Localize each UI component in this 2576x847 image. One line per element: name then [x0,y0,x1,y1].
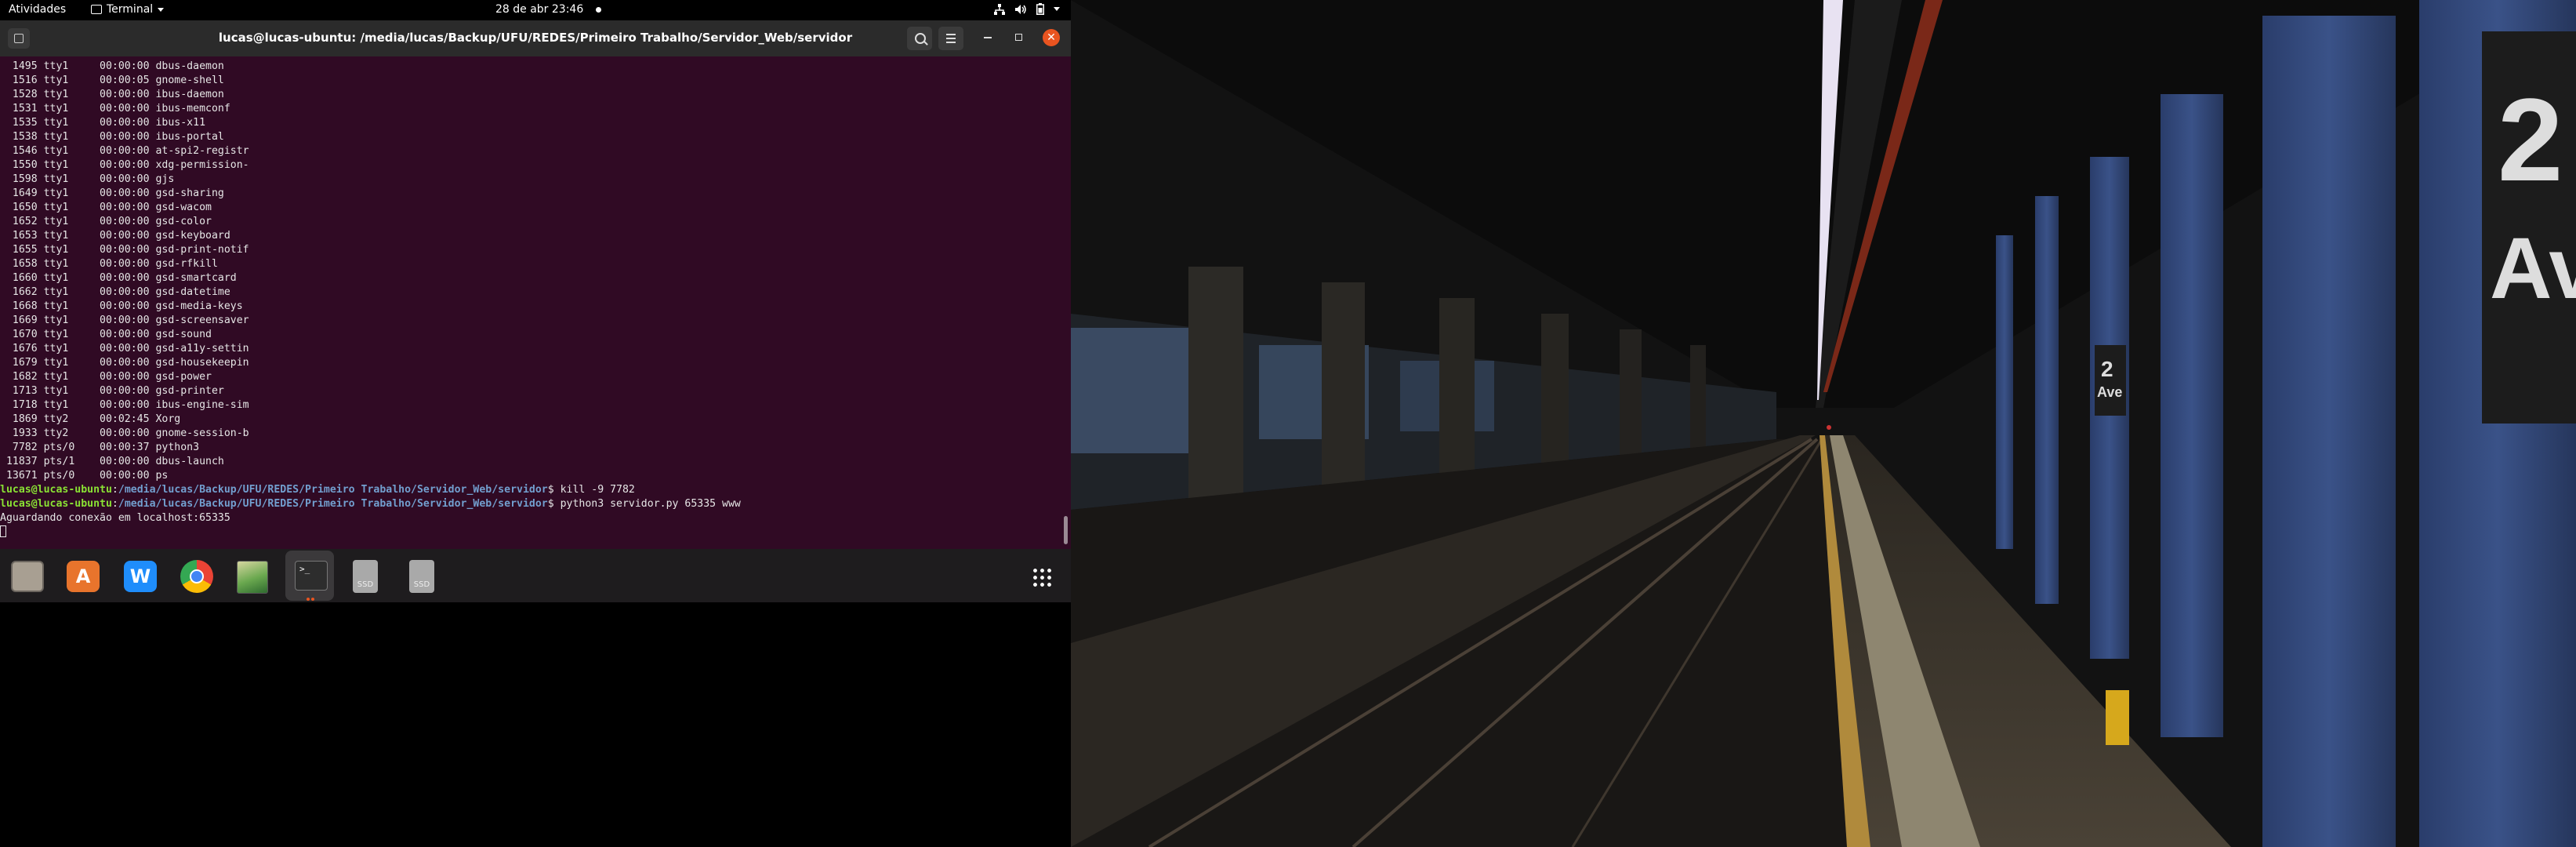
process-line: 1649 tty1 00:00:00 gsd-sharing [0,187,224,199]
search-icon [915,33,926,44]
minimize-button[interactable] [984,37,992,38]
activities-button[interactable]: Atividades [9,3,66,16]
process-line: 1652 tty1 00:00:00 gsd-color [0,216,212,227]
empty-area [0,602,1071,847]
terminal-icon: >_ [295,561,328,591]
terminal-lines: 1495 tty1 00:00:00 dbus-daemon 1516 tty1… [0,60,741,540]
process-line: 1713 tty1 00:00:00 gsd-printer [0,385,224,397]
prompt-separator: : [111,484,118,496]
process-line: 1650 tty1 00:00:00 gsd-wacom [0,202,212,213]
terminal-output[interactable]: 1495 tty1 00:00:00 dbus-daemon 1516 tty1… [0,56,1071,549]
window-title-bar[interactable]: lucas@lucas-ubuntu: /media/lucas/Backup/… [0,20,1071,56]
software-store-icon: A [67,561,100,592]
top-bar: Atividades Terminal 28 de abr 23:46 [0,0,1071,20]
process-line: 1495 tty1 00:00:00 dbus-daemon [0,60,224,72]
search-button[interactable] [907,27,932,50]
clock-label: 28 de abr 23:46 [495,3,584,16]
process-line: 1531 tty1 00:00:00 ibus-memconf [0,103,230,115]
hamburger-icon [946,34,956,35]
network-icon [994,3,1005,15]
right-monitor-wallpaper: 2 Ave 2 Ave [1071,0,2576,847]
drive-icon: SSD [409,560,434,593]
dock-terminal[interactable]: >_ [290,556,329,595]
battery-icon [1036,3,1044,15]
process-line: 1662 tty1 00:00:00 gsd-datetime [0,286,230,298]
app-menu-label: Terminal [107,3,154,16]
process-line: 1538 tty1 00:00:00 ibus-portal [0,131,224,143]
process-line: 1668 tty1 00:00:00 gsd-media-keys [0,300,243,312]
prompt-user: lucas@lucas-ubuntu [0,484,112,496]
prompt-user: lucas@lucas-ubuntu [0,498,112,510]
maximize-button[interactable] [1015,34,1022,41]
prompt-line: lucas@lucas-ubuntu:/media/lucas/Backup/U… [0,483,741,497]
dock-ssd-1[interactable]: SSD [345,556,384,595]
terminal-icon [91,5,102,14]
process-line: 1676 tty1 00:00:00 gsd-a11y-settin [0,343,249,354]
dock-wps[interactable]: W [119,556,158,595]
menu-button[interactable] [938,27,963,50]
chevron-down-icon [1054,7,1060,11]
chevron-down-icon [158,7,165,12]
process-line: 1718 tty1 00:00:00 ibus-engine-sim [0,399,249,411]
small-sign-number: 2 [2101,357,2113,381]
prompt-path: /media/lucas/Backup/UFU/REDES/Primeiro T… [118,498,548,510]
left-monitor: Atividades Terminal 28 de abr 23:46 luca… [0,0,1071,602]
chrome-icon [180,560,213,593]
system-tray[interactable] [994,3,1060,15]
process-line: 1670 tty1 00:00:00 gsd-sound [0,329,212,340]
wps-office-icon: W [124,561,157,592]
process-line: 1660 tty1 00:00:00 gsd-smartcard [0,272,237,284]
process-line: 7782 pts/0 00:00:37 python3 [0,442,200,453]
process-line: 1535 tty1 00:00:00 ibus-x11 [0,117,206,129]
small-sign-text: Ave [2097,384,2122,400]
dock-image-viewer[interactable] [230,556,270,595]
running-indicator [307,598,314,601]
process-line: 1682 tty1 00:00:00 gsd-power [0,371,212,383]
dock-files[interactable] [6,556,45,595]
close-button[interactable]: ✕ [1043,29,1060,46]
process-line: 1653 tty1 00:00:00 gsd-keyboard [0,230,230,242]
files-icon [11,561,44,592]
process-line: 1658 tty1 00:00:00 gsd-rfkill [0,258,218,270]
station-sign-text: Ave [2490,220,2576,317]
volume-icon [1015,4,1026,14]
process-line: 1546 tty1 00:00:00 at-spi2-registr [0,145,249,157]
image-viewer-icon [237,561,268,594]
prompt-separator: : [111,498,118,510]
command-text: $ python3 servidor.py 65335 www [547,498,741,510]
dock-ssd-2[interactable]: SSD [401,556,441,595]
text-cursor [0,525,6,537]
dock-software[interactable]: A [62,556,101,595]
show-applications-button[interactable] [1021,556,1060,595]
app-menu[interactable]: Terminal [91,3,165,16]
process-line: 1933 tty2 00:00:00 gnome-session-b [0,427,249,439]
process-line: 1655 tty1 00:00:00 gsd-print-notif [0,244,249,256]
process-line: 1550 tty1 00:00:00 xdg-permission- [0,159,249,171]
station-sign-number: 2 [2498,74,2563,205]
notification-dot [596,6,602,13]
scrollbar-thumb[interactable] [1064,516,1068,544]
program-output: Aguardando conexão em localhost:65335 [0,512,230,524]
prompt-path: /media/lucas/Backup/UFU/REDES/Primeiro T… [118,484,548,496]
subway-wallpaper: 2 Ave 2 Ave [1071,0,2576,847]
prompt-line: lucas@lucas-ubuntu:/media/lucas/Backup/U… [0,497,741,511]
process-line: 1528 tty1 00:00:00 ibus-daemon [0,89,224,100]
dock: A W >_ SSD SSD [0,549,1071,602]
drive-icon: SSD [353,560,378,593]
process-line: 13671 pts/0 00:00:00 ps [0,470,169,482]
cursor-line[interactable] [0,525,741,540]
process-line: 1516 tty1 00:00:05 gnome-shell [0,75,224,86]
command-text: $ kill -9 7782 [547,484,635,496]
process-line: 11837 pts/1 00:00:00 dbus-launch [0,456,224,467]
process-line: 1598 tty1 00:00:00 gjs [0,173,175,185]
process-line: 1679 tty1 00:00:00 gsd-housekeepin [0,357,249,369]
dock-chrome[interactable] [176,556,215,595]
process-line: 1669 tty1 00:00:00 gsd-screensaver [0,314,249,326]
clock[interactable]: 28 de abr 23:46 [495,3,602,16]
process-line: 1869 tty2 00:02:45 Xorg [0,413,181,425]
app-grid-icon [1032,567,1052,587]
